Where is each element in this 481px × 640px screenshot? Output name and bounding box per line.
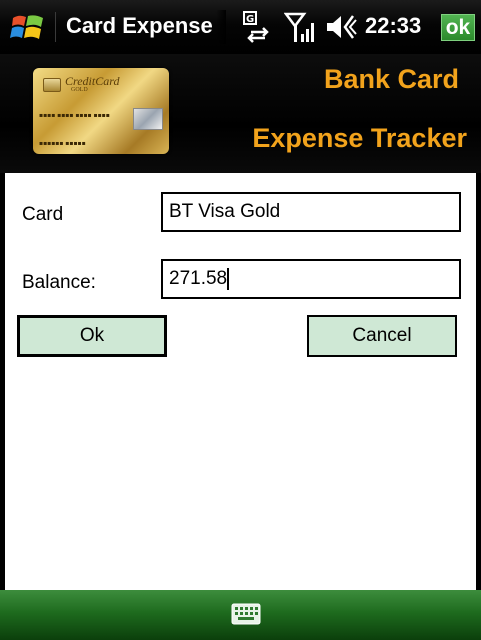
balance-field[interactable]: 271.58 — [161, 259, 461, 299]
card-name-value: BT Visa Gold — [169, 201, 281, 222]
status-bar: Card Expense Tracker G 22:33 ok — [0, 0, 481, 54]
signal-strength-icon[interactable] — [284, 10, 318, 44]
balance-value: 271.58 — [169, 268, 228, 289]
balance-label: Balance: — [22, 272, 96, 293]
card-holder-art: ▪▪▪▪▪▪ ▪▪▪▪▪ — [39, 140, 86, 147]
ok-button[interactable]: ok — [441, 14, 475, 41]
clock[interactable]: 22:33 — [365, 13, 421, 39]
cancel-button[interactable]: Cancel — [307, 315, 457, 357]
title-fade — [216, 10, 226, 44]
card-hologram — [133, 108, 163, 130]
status-separator — [55, 12, 56, 42]
card-name-field[interactable]: BT Visa Gold — [161, 192, 461, 232]
connectivity-icon[interactable]: G — [243, 10, 271, 44]
svg-text:G: G — [246, 14, 254, 25]
volume-icon[interactable] — [325, 10, 359, 44]
credit-card-image: CreditCard GOLD ▪▪▪▪ ▪▪▪▪ ▪▪▪▪ ▪▪▪▪ ▪▪▪▪… — [33, 68, 169, 154]
window-title: Card Expense Tracker — [66, 13, 216, 38]
text-caret — [227, 267, 230, 290]
card-label: Card — [22, 204, 64, 225]
edit-card-form: Card BT Visa Gold Balance: 271.58 Ok Can… — [5, 173, 476, 590]
card-sub: GOLD — [71, 87, 88, 93]
banner-title-line1: Bank Card — [323, 64, 459, 94]
banner-title-line2: Expense Tracker — [252, 123, 467, 153]
windows-start-icon[interactable] — [10, 9, 46, 45]
card-number-art: ▪▪▪▪ ▪▪▪▪ ▪▪▪▪ ▪▪▪▪ — [39, 112, 110, 119]
ok-form-button[interactable]: Ok — [17, 315, 167, 357]
card-chip — [43, 78, 61, 92]
keyboard-icon[interactable] — [231, 603, 261, 625]
